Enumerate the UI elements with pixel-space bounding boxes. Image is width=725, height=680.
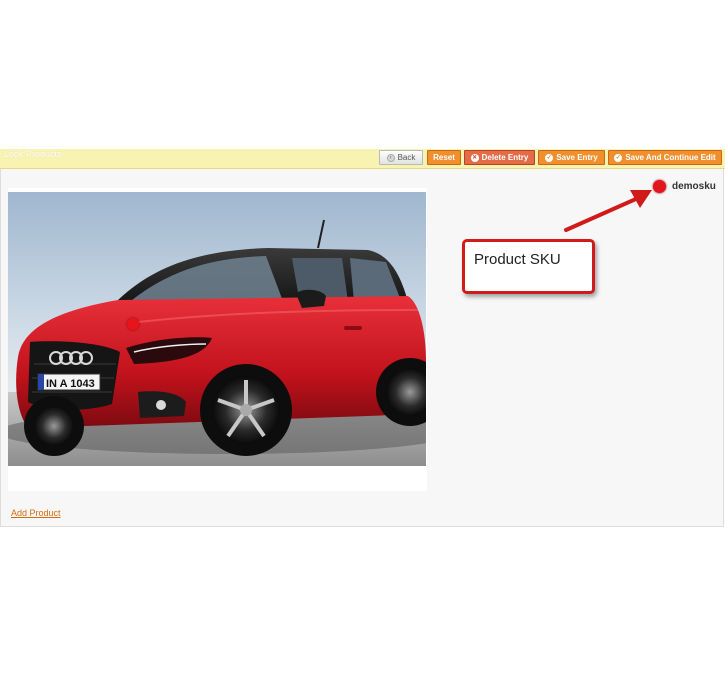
back-button[interactable]: ‹ Back xyxy=(379,150,423,165)
license-plate-text: IN A 1043 xyxy=(46,378,95,390)
reset-button-label: Reset xyxy=(433,153,455,162)
delete-icon: ✕ xyxy=(470,153,479,162)
save-entry-button-label: Save Entry xyxy=(556,153,598,162)
delete-entry-button-label: Delete Entry xyxy=(481,153,529,162)
back-button-label: Back xyxy=(397,153,416,162)
save-and-continue-button[interactable]: ✓ Save And Continue Edit xyxy=(608,150,722,165)
back-arrow-icon: ‹ xyxy=(386,153,395,162)
callout-text: Product SKU xyxy=(474,251,561,268)
hotspot-dot-icon[interactable] xyxy=(127,318,139,330)
page-title: Look Products xyxy=(4,149,62,159)
delete-entry-button[interactable]: ✕ Delete Entry xyxy=(464,150,535,165)
annotation-callout: Product SKU xyxy=(462,239,595,294)
check-icon: ✓ xyxy=(614,153,623,162)
reset-button[interactable]: Reset xyxy=(427,150,461,165)
car-image[interactable]: IN A 1043 xyxy=(8,192,426,466)
check-icon: ✓ xyxy=(545,153,554,162)
save-entry-button[interactable]: ✓ Save Entry xyxy=(538,150,605,165)
save-and-continue-button-label: Save And Continue Edit xyxy=(625,153,716,162)
add-product-link[interactable]: Add Product xyxy=(11,508,61,518)
annotation-arrow-icon xyxy=(564,190,652,232)
hotspot-sku-label: demosku xyxy=(672,181,716,192)
